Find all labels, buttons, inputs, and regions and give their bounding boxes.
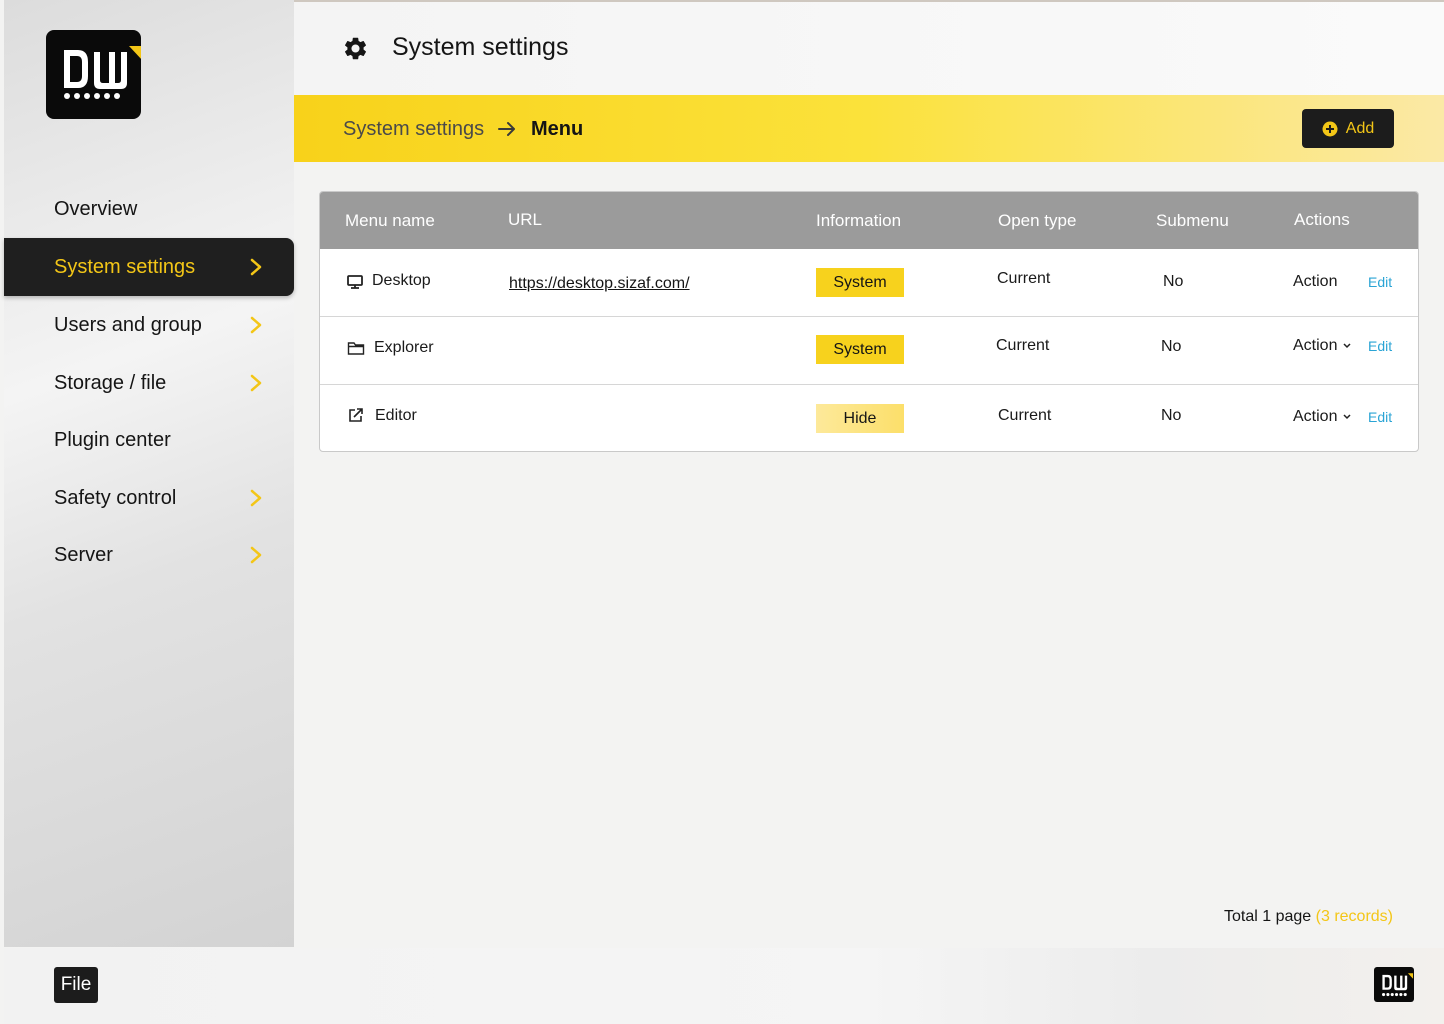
action-dropdown-label: Action [1293,337,1338,354]
action-dropdown[interactable]: Action [1293,273,1337,291]
page-header: System settings [294,0,1444,95]
sidebar-item-users-and-group[interactable]: Users and group [4,296,294,354]
table-row[interactable]: Desktop https://desktop.sizaf.com/ Syste… [320,249,1418,317]
file-button[interactable]: File [54,967,98,1003]
table-row[interactable]: Editor Hide Current No Action Edit [320,385,1418,451]
open-type-cell: Current [997,270,1051,287]
records-count: (3 records) [1315,908,1393,925]
column-header-submenu[interactable]: Submenu [1156,211,1229,231]
chevron-right-icon [250,489,262,507]
url-link[interactable]: https://desktop.sizaf.com/ [509,275,690,293]
info-badge: Hide [816,404,904,433]
sidebar-item-system-settings[interactable]: System settings [4,238,294,296]
chevron-right-icon [250,316,262,334]
sidebar-item-server[interactable]: Server [4,526,294,584]
breadcrumb-current: Menu [531,118,584,140]
breadcrumb: System settings Menu Add [294,95,1444,162]
taskbar: File [4,948,1444,1024]
app-logo[interactable] [46,30,141,119]
sidebar-item-storage-file[interactable]: Storage / file [4,354,294,412]
folder-icon [347,342,365,355]
action-dropdown[interactable]: Action [1293,337,1352,355]
submenu-cell: No [1161,407,1182,424]
table-header: Menu name URL Information Open type Subm… [320,192,1418,249]
arrow-right-icon [498,122,515,136]
sidebar-item-plugin-center[interactable]: Plugin center [4,411,294,469]
column-header-information[interactable]: Information [816,211,901,231]
submenu-cell: No [1163,273,1184,290]
chevron-down-icon [1343,414,1351,420]
sidebar-item-label: Overview [54,197,138,220]
info-badge: System [816,268,904,297]
sidebar-item-label: Safety control [54,486,177,509]
menu-name-cell: Desktop [372,272,431,289]
column-header-url[interactable]: URL [508,210,542,230]
menu-name-cell: Explorer [374,339,434,356]
total-pages-text: Total 1 page [1224,908,1312,925]
sidebar-item-label: Plugin center [54,428,171,451]
sidebar-item-overview[interactable]: Overview [4,180,294,238]
add-button-label: Add [1345,119,1375,137]
main-content: System settings System settings Menu Add… [294,0,1444,947]
menu-name-cell: Editor [375,407,417,424]
gear-icon [344,37,367,60]
page-title: System settings [392,33,569,61]
sidebar-item-label: Users and group [54,313,202,336]
edit-link[interactable]: Edit [1368,338,1392,354]
monitor-icon [347,275,363,289]
sidebar: Overview System settings Users and group… [4,0,294,947]
table-row[interactable]: Explorer System Current No Action Edit [320,317,1418,385]
column-header-menu-name[interactable]: Menu name [345,211,435,231]
action-dropdown[interactable]: Action [1293,408,1352,426]
sidebar-item-label: System settings [54,255,196,278]
app-logo-small[interactable] [1374,967,1414,1002]
sidebar-item-label: Server [54,543,113,566]
open-type-cell: Current [996,337,1050,354]
sidebar-item-label: Storage / file [54,371,167,394]
chevron-right-icon [250,258,262,276]
chevron-right-icon [250,374,262,392]
menu-table: Menu name URL Information Open type Subm… [319,191,1419,452]
pagination-summary: Total 1 page (3 records) [1224,908,1393,926]
add-button[interactable]: Add [1302,109,1394,148]
column-header-open-type[interactable]: Open type [998,211,1076,231]
edit-link[interactable]: Edit [1368,274,1392,290]
plus-circle-icon [1322,121,1338,136]
open-type-cell: Current [998,407,1052,424]
sidebar-item-safety-control[interactable]: Safety control [4,469,294,527]
external-edit-icon [349,408,363,422]
chevron-right-icon [250,546,262,564]
edit-link[interactable]: Edit [1368,409,1392,425]
chevron-down-icon [1343,343,1351,349]
action-dropdown-label: Action [1293,408,1338,425]
submenu-cell: No [1161,338,1182,355]
breadcrumb-parent-link[interactable]: System settings [343,118,484,141]
info-badge: System [816,335,904,364]
column-header-actions[interactable]: Actions [1294,210,1350,230]
